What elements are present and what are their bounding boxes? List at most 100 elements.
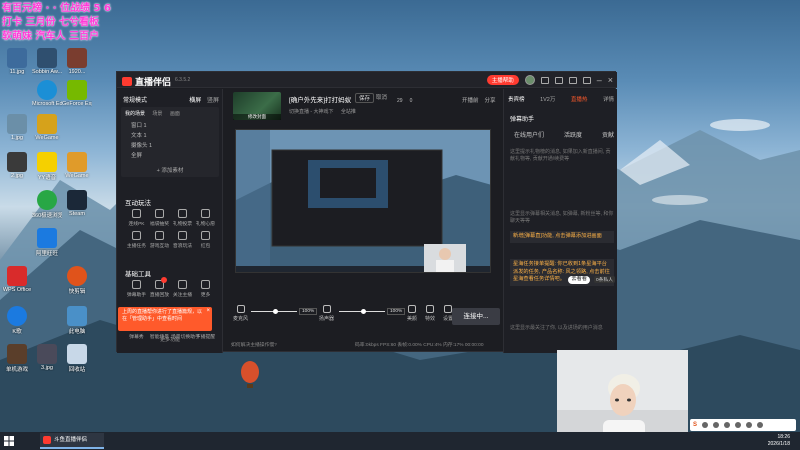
tab-picture[interactable]: 画面 — [170, 111, 180, 117]
desktop-icon[interactable]: 阿里旺旺 — [32, 228, 62, 257]
tab-hot[interactable]: 直播热 — [571, 95, 588, 103]
like-count: 29 — [397, 98, 403, 104]
tab-portrait[interactable]: 竖屏 — [207, 98, 219, 104]
tray-icon[interactable] — [735, 422, 742, 428]
cancel-button[interactable]: 取消 — [373, 93, 390, 101]
image-icon — [37, 48, 57, 68]
desktop-icon[interactable]: 回收站 — [62, 344, 92, 373]
private-message-tag[interactable]: 0条私人 — [594, 276, 616, 283]
tab-landscape[interactable]: 横屏 — [189, 98, 201, 104]
tab-activity[interactable]: 活跃度 — [564, 130, 582, 139]
image-icon — [67, 48, 87, 68]
close-icon[interactable]: × — [608, 75, 613, 85]
taskbar-app-button[interactable]: 斗鱼直播伴侣 — [40, 433, 104, 449]
menu-icon[interactable] — [582, 76, 591, 84]
desktop-icon[interactable]: GeForce Expe... — [62, 80, 92, 107]
grid-item[interactable]: 游戏互动 — [148, 231, 171, 249]
desktop-icon[interactable]: 11.jpg — [2, 48, 32, 75]
view-task-button[interactable]: 去看看 — [568, 276, 590, 284]
mic-volume-slider[interactable] — [251, 309, 297, 314]
tray-icon[interactable] — [757, 422, 764, 428]
desktop-icon[interactable]: 360极速浏览器 — [32, 190, 62, 219]
mic-toggle[interactable]: 麦克风 — [233, 305, 248, 322]
grid-item[interactable]: 弹幕助手 — [125, 280, 148, 298]
viewer-count: 0 — [409, 98, 413, 104]
stream-preview[interactable] — [235, 129, 491, 273]
grid-item[interactable]: 主播任务 — [125, 231, 148, 249]
sogou-icon[interactable]: S — [693, 422, 697, 428]
edge-icon — [37, 80, 57, 100]
scene-item[interactable]: 窗口 1 — [131, 121, 147, 129]
tab-my-scenes[interactable]: 我的场景 — [125, 111, 145, 117]
headset-icon[interactable] — [554, 76, 563, 84]
feedback-button[interactable]: 主播帮助 — [486, 75, 519, 85]
help-link[interactable]: 如何解决主播操作慢? — [231, 341, 277, 348]
speaker-toggle[interactable]: 扬声器 — [319, 305, 334, 322]
app-version: 6.3.5.2 — [175, 77, 191, 83]
tab-details[interactable]: 详情 — [603, 95, 614, 103]
desktop-icon[interactable]: WeGame — [32, 114, 62, 141]
tray-icon[interactable] — [746, 422, 753, 428]
gift-icon[interactable] — [568, 76, 577, 84]
tray-icon[interactable] — [702, 422, 709, 428]
notification-dot — [161, 277, 167, 283]
tab-contribution[interactable]: 贡献 — [602, 130, 614, 139]
effect-button[interactable]: 特效 — [425, 305, 435, 322]
tab-scene[interactable]: 场景 — [152, 111, 162, 117]
desktop-icon[interactable]: K歌 — [2, 306, 32, 335]
desktop-icon[interactable]: 1.jpg — [2, 114, 32, 141]
browser-icon — [37, 190, 57, 210]
windows-start-icon[interactable] — [4, 436, 14, 446]
speaker-volume-slider[interactable] — [339, 309, 385, 314]
desktop-icon[interactable]: 快剪辑 — [62, 266, 92, 295]
message-icon[interactable] — [540, 76, 549, 84]
desktop-icon[interactable]: 此电脑 — [62, 306, 92, 335]
minimize-icon[interactable]: – — [597, 75, 602, 85]
desktop-icon[interactable]: 3.jpg — [32, 344, 62, 371]
desktop-icon[interactable]: 2.jpg — [2, 152, 32, 179]
desktop-icon[interactable]: 1920... — [62, 48, 92, 75]
mode-select[interactable]: 常规模式 — [123, 95, 147, 104]
close-icon[interactable]: × — [206, 308, 210, 315]
desktop-icon[interactable]: YY语音 — [32, 152, 62, 181]
room-cover[interactable]: 修改封面 — [233, 92, 281, 120]
grid-item[interactable]: 礼物心愿 — [194, 209, 217, 227]
tray-icon[interactable] — [724, 422, 731, 428]
network-label[interactable]: 全站推 — [341, 109, 356, 115]
grid-item[interactable]: 音浪玩法 — [171, 231, 194, 249]
pre-live-button[interactable]: 开播前 — [462, 96, 479, 104]
category-select[interactable]: 切换直播 - 大神戏下 — [289, 109, 333, 115]
tab-vip-list[interactable]: 贵宾榜 — [508, 95, 525, 103]
grid-item[interactable]: 更多 — [194, 280, 217, 298]
tray-icon[interactable] — [713, 422, 720, 428]
user-avatar[interactable] — [524, 75, 535, 85]
desktop-icon[interactable]: Sobbin Aw... — [32, 48, 62, 75]
desktop-icon[interactable]: Steam — [62, 190, 92, 217]
desktop-icon[interactable]: WPS Office — [2, 266, 32, 293]
grid-item[interactable]: 连线PK — [125, 209, 148, 227]
grid-item[interactable]: 礼物投票 — [171, 209, 194, 227]
save-button[interactable]: 保存 — [355, 93, 375, 103]
feature-tip[interactable]: 新增[弹幕直]功能, 点击弹幕添加进画面 — [510, 231, 614, 243]
start-live-button[interactable]: 连接中... — [452, 308, 500, 325]
room-title[interactable]: [确户外先来]打打蚂蚁 — [289, 94, 351, 104]
tools-section-title: 基础工具 — [125, 271, 151, 278]
desktop-icon[interactable]: 单机游戏 — [2, 344, 32, 373]
tab-online-users[interactable]: 在线用户们 — [514, 130, 544, 139]
system-clock[interactable]: 18:26 2026/1/18 — [768, 434, 790, 448]
add-source-button[interactable]: + 添加素材 — [121, 166, 219, 174]
desktop-icon[interactable]: Microsoft Edge — [32, 80, 62, 107]
beauty-button[interactable]: 美颜 — [407, 305, 417, 322]
share-button[interactable]: 分享 — [485, 96, 496, 104]
tab-audience[interactable]: 1V2万 — [540, 95, 555, 103]
gear-icon — [444, 305, 452, 313]
grid-item[interactable]: 直播回放 — [148, 277, 171, 298]
grid-item[interactable]: 福袋抽奖 — [148, 209, 171, 227]
more-tools-link[interactable]: 更多功能 — [117, 336, 223, 343]
grid-item[interactable]: 关注主播 — [171, 280, 194, 298]
desktop-icon[interactable]: WeGame — [62, 152, 92, 179]
grid-item[interactable]: 红包 — [194, 231, 217, 249]
scene-item[interactable]: 文本 1 — [131, 131, 147, 139]
scene-item[interactable]: 全屏 — [131, 151, 142, 159]
scene-item[interactable]: 摄像头 1 — [131, 141, 152, 149]
